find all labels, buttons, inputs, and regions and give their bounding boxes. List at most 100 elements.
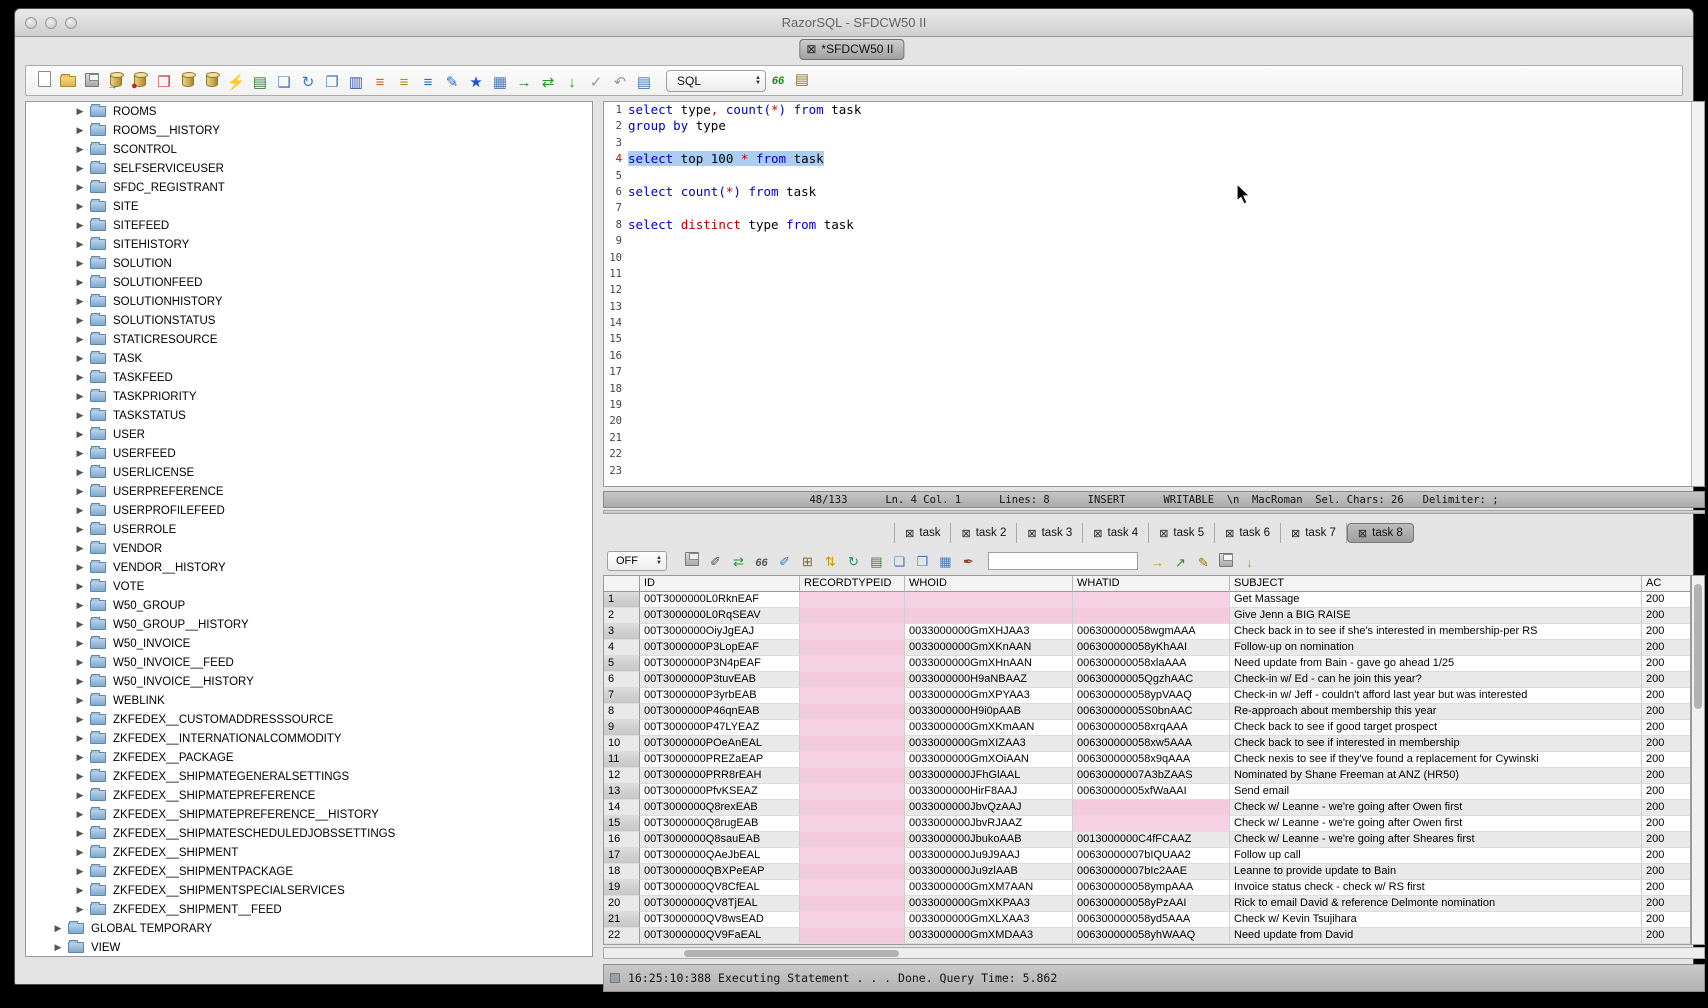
column-header-whatid[interactable]: WHATID (1073, 576, 1230, 592)
table-cell[interactable]: 00T3000000QV8wsEAD (640, 912, 800, 928)
table-cell[interactable]: 0033000000GmXHnAAN (905, 656, 1073, 672)
edit-results-icon[interactable]: ❏ (274, 73, 294, 93)
view-row-66-icon[interactable]: 66 (752, 554, 771, 573)
table-row[interactable]: 1100T3000000PREZaEAP0033000000GmXOiAAN00… (604, 752, 1690, 768)
column-header-whoid[interactable]: WHOID (905, 576, 1073, 592)
close-tab-icon[interactable]: ⊠ (1159, 527, 1168, 540)
format-sql-icon[interactable]: ≡ (418, 73, 438, 93)
table-row[interactable]: 1300T3000000PfvKSEAZ0033000000HirF8AAJ00… (604, 784, 1690, 800)
auto-commit-select[interactable]: OFF ▲▼ (607, 551, 667, 571)
table-cell[interactable]: Need update from Bain - gave go ahead 1/… (1230, 656, 1642, 672)
disclosure-triangle-icon[interactable]: ▶ (74, 410, 86, 421)
sidebar-item-scontrol[interactable]: ▶SCONTROL (26, 140, 592, 159)
table-row[interactable]: 1800T3000000QBXPeEAP0033000000Ju9zlAAB00… (604, 864, 1690, 880)
open-file-icon[interactable] (58, 70, 78, 90)
column-header-subject[interactable]: SUBJECT (1230, 576, 1642, 592)
table-cell[interactable]: 200 (1642, 784, 1691, 800)
table-cell[interactable]: Follow-up on nomination (1230, 640, 1642, 656)
statement-type-select[interactable]: SQL ▲▼ (666, 70, 766, 92)
execute-sql-icon[interactable]: ⚡ (226, 73, 246, 93)
table-row[interactable]: 1700T3000000QAeJbEAL0033000000Ju9J9AAJ00… (604, 848, 1690, 864)
new-connection-icon[interactable] (178, 70, 198, 90)
table-cell[interactable]: 00T3000000L0RqSEAV (640, 608, 800, 624)
table-cell[interactable]: 00T3000000P47LYEAZ (640, 720, 800, 736)
sidebar-item-vote[interactable]: ▶VOTE (26, 577, 592, 596)
disclosure-triangle-icon[interactable]: ▶ (74, 315, 86, 326)
disclosure-triangle-icon[interactable]: ▶ (74, 752, 86, 763)
disclosure-triangle-icon[interactable]: ▶ (74, 296, 86, 307)
editor-line[interactable]: 17 (604, 364, 1704, 380)
table-cell[interactable]: Leanne to provide update to Bain (1230, 864, 1642, 880)
table-row[interactable]: 400T3000000P3LopEAF0033000000GmXKnAAN006… (604, 640, 1690, 656)
sidebar-item-zkfedex-shipmategeneralsettings[interactable]: ▶ZKFEDEX__SHIPMATEGENERALSETTINGS (26, 767, 592, 786)
table-cell[interactable]: 200 (1642, 656, 1691, 672)
sidebar-item-userlicense[interactable]: ▶USERLICENSE (26, 463, 592, 482)
scrollbar-thumb[interactable] (684, 950, 899, 957)
result-tab-task-3[interactable]: ⊠task 3 (1017, 523, 1083, 543)
table-cell[interactable]: Check w/ Leanne - we're going after Shea… (1230, 832, 1642, 848)
table-cell[interactable]: 00630000007bIc2AAE (1073, 864, 1230, 880)
disclosure-triangle-icon[interactable]: ▶ (74, 486, 86, 497)
table-cell[interactable]: 200 (1642, 752, 1691, 768)
table-row[interactable]: 1000T3000000POeAnEAL0033000000GmXIZAA300… (604, 736, 1690, 752)
table-cell[interactable]: 200 (1642, 896, 1691, 912)
go-column-icon[interactable]: → (1148, 553, 1167, 572)
table-cell[interactable] (905, 608, 1073, 624)
table-cell[interactable]: 0033000000JbvRJAAZ (905, 816, 1073, 832)
table-cell[interactable]: 00T3000000P3yrbEAB (640, 688, 800, 704)
table-cell[interactable]: 00T3000000P46qnEAB (640, 704, 800, 720)
title-bar[interactable]: RazorSQL - SFDCW50 II (15, 9, 1693, 37)
editor-line[interactable]: 21 (604, 430, 1704, 446)
table-cell[interactable]: 006300000058yd5AAA (1073, 912, 1230, 928)
disclosure-triangle-icon[interactable]: ▶ (74, 182, 86, 193)
disclosure-triangle-icon[interactable]: ▶ (74, 505, 86, 516)
sidebar-item-zkfedex-internationalcommodity[interactable]: ▶ZKFEDEX__INTERNATIONALCOMMODITY (26, 729, 592, 748)
table-cell[interactable] (800, 608, 905, 624)
table-cell[interactable]: Check w/ Leanne - we're going after Owen… (1230, 800, 1642, 816)
editor-line[interactable]: 19 (604, 397, 1704, 413)
page-icon[interactable]: ❏ (890, 553, 909, 572)
table-cell[interactable] (800, 928, 905, 944)
disclosure-triangle-icon[interactable]: ▶ (74, 220, 86, 231)
disclosure-triangle-icon[interactable]: ▶ (74, 258, 86, 269)
disclosure-triangle-icon[interactable]: ▶ (74, 106, 86, 117)
table-cell[interactable]: 006300000058yKhAAI (1073, 640, 1230, 656)
table-cell[interactable]: 00T3000000Q8rugEAB (640, 816, 800, 832)
table-cell[interactable]: 0033000000GmXM7AAN (905, 880, 1073, 896)
table-cell[interactable]: 200 (1642, 624, 1691, 640)
export-table-icon[interactable]: ▦ (490, 73, 510, 93)
sidebar-item-taskpriority[interactable]: ▶TASKPRIORITY (26, 387, 592, 406)
sidebar-item-userrole[interactable]: ▶USERROLE (26, 520, 592, 539)
copy-results-icon[interactable]: ❐ (913, 553, 932, 572)
describe-table-icon[interactable]: ▤ (867, 553, 886, 572)
disclosure-triangle-icon[interactable]: ▶ (74, 885, 86, 896)
table-cell[interactable]: 200 (1642, 704, 1691, 720)
table-cell[interactable]: 00T3000000PREZaEAP (640, 752, 800, 768)
table-cell[interactable]: 0033000000GmXIZAA3 (905, 736, 1073, 752)
sidebar-item-task[interactable]: ▶TASK (26, 349, 592, 368)
table-cell[interactable]: Check w/ Leanne - we're going after Owen… (1230, 816, 1642, 832)
disconnect-icon[interactable]: ● (130, 70, 150, 90)
validate-icon[interactable]: ✓ (586, 73, 606, 93)
table-cell[interactable] (1073, 592, 1230, 608)
sidebar-item-w50-group[interactable]: ▶W50_GROUP (26, 596, 592, 615)
table-cell[interactable] (1073, 816, 1230, 832)
disclosure-triangle-icon[interactable]: ▶ (52, 942, 64, 953)
sidebar-item-vendor[interactable]: ▶VENDOR (26, 539, 592, 558)
sidebar-item-solutionfeed[interactable]: ▶SOLUTIONFEED (26, 273, 592, 292)
disclosure-triangle-icon[interactable]: ▶ (74, 866, 86, 877)
table-cell[interactable]: 00T3000000Q8sauEAB (640, 832, 800, 848)
table-cell[interactable]: 200 (1642, 912, 1691, 928)
table-cell[interactable]: 200 (1642, 800, 1691, 816)
table-cell[interactable]: 200 (1642, 864, 1691, 880)
table-cell[interactable]: Check back to see if interested in membe… (1230, 736, 1642, 752)
table-cell[interactable]: 0033000000GmXHJAA3 (905, 624, 1073, 640)
disclosure-triangle-icon[interactable]: ▶ (74, 581, 86, 592)
sidebar-item-zkfedex-shipmentspecialservices[interactable]: ▶ZKFEDEX__SHIPMENTSPECIALSERVICES (26, 881, 592, 900)
table-row[interactable]: 300T3000000OiyJgEAJ0033000000GmXHJAA3006… (604, 624, 1690, 640)
table-cell[interactable]: 0033000000H9aNBAAZ (905, 672, 1073, 688)
result-tab-task-7[interactable]: ⊠task 7 (1281, 523, 1347, 543)
table-cell[interactable] (1073, 608, 1230, 624)
table-cell[interactable]: 006300000058ympAAA (1073, 880, 1230, 896)
table-cell[interactable]: 200 (1642, 880, 1691, 896)
